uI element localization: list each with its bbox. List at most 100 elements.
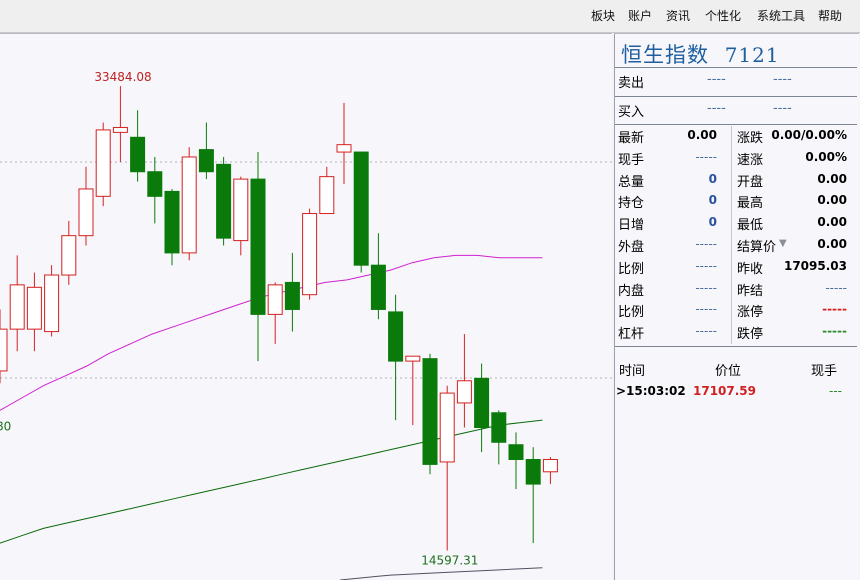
quote-row-right: 速涨 0.00%: [735, 149, 857, 171]
candle-body-up: [0, 328, 8, 372]
candle: [112, 86, 128, 162]
candles-layer: [0, 86, 558, 551]
tick-price: 17107.59: [693, 384, 757, 398]
quote-value: -----: [695, 280, 717, 295]
quote-value: 0.00: [817, 193, 847, 208]
quote-value: 17095.03: [783, 258, 847, 273]
menu-item-help[interactable]: 帮助: [818, 7, 842, 24]
quote-row-left: 最新 0.00: [615, 127, 731, 149]
quote-row-left: 比例 -----: [615, 258, 731, 280]
candle-body-down: [508, 444, 524, 460]
instrument-code: 7121: [724, 43, 780, 67]
sell-volume: ----: [773, 72, 792, 87]
quote-label: 比例: [618, 261, 645, 277]
quote-row-right: 跌停 -----: [735, 323, 857, 345]
quote-row-right: 开盘 0.00: [735, 171, 857, 193]
quote-row-left: 外盘 -----: [615, 236, 731, 258]
candle-body-up: [112, 126, 128, 133]
quote-label: 最低: [737, 218, 764, 234]
candle: [147, 156, 163, 224]
candle: [233, 176, 249, 256]
candle-body-up: [233, 178, 249, 242]
tick-row: >15:03:02 17107.59 ---: [615, 384, 857, 406]
lowest-price-label: 14597.31: [421, 554, 478, 568]
candle-body-down: [370, 264, 386, 310]
quote-label: 跌停: [737, 327, 764, 343]
quote-value: 0.00: [817, 215, 847, 230]
candle-body-up: [542, 458, 558, 473]
quote-row-left: 总量 0: [615, 171, 731, 193]
quote-label: 涨跌: [737, 131, 764, 146]
candle-body-down: [130, 136, 146, 173]
quote-label: 开盘: [737, 174, 764, 190]
candle-body-down: [353, 151, 369, 266]
menu-item-personalize[interactable]: 个性化: [705, 7, 741, 24]
quote-row-left: 内盘 -----: [615, 280, 731, 302]
tick-volume: ---: [829, 384, 842, 398]
quote-row-left: 现手 -----: [615, 149, 731, 171]
candle-body-down: [250, 178, 266, 315]
quote-value: -----: [695, 237, 717, 251]
quote-value: -----: [695, 324, 717, 339]
quote-value: -----: [822, 302, 847, 317]
candle: [525, 447, 541, 544]
menu-item-system-tools[interactable]: 系统工具: [757, 7, 805, 24]
candle-body-up: [181, 156, 197, 254]
kline-chart[interactable]: 33484.08 14597.31 80: [0, 34, 612, 580]
candle: [319, 166, 335, 215]
candle-body-up: [61, 235, 77, 276]
candle: [542, 457, 558, 485]
quote-row-right: 昨结 -----: [735, 280, 857, 302]
quote-value: -----: [695, 149, 717, 164]
quote-value: -----: [822, 324, 847, 339]
candle-body-up: [44, 274, 60, 333]
candle: [474, 363, 490, 453]
sell-label: 卖出: [618, 76, 645, 91]
quote-value: 0.00: [687, 128, 717, 142]
candle-body-up: [439, 392, 455, 463]
separator: [615, 346, 857, 347]
quote-value: 0.00: [817, 237, 847, 251]
caret-down-icon[interactable]: ▼: [779, 238, 787, 249]
separator: [615, 67, 857, 68]
candle-body-down: [388, 311, 404, 362]
separator: [615, 96, 857, 97]
quote-label: 持仓: [618, 196, 645, 212]
separator: [615, 124, 857, 125]
ma-longest-line: [339, 567, 543, 580]
quote-label: 昨结: [737, 283, 764, 299]
buy-price: ----: [707, 101, 726, 116]
buy-label: 买入: [618, 105, 645, 120]
candle: [250, 152, 266, 362]
candle: [164, 188, 180, 266]
menu-item-news[interactable]: 资讯: [666, 7, 690, 24]
candle: [456, 334, 472, 428]
candle: [439, 385, 455, 551]
candle: [216, 156, 232, 246]
sell-price: ----: [707, 72, 726, 87]
quote-label: 内盘: [618, 283, 645, 299]
candle: [267, 282, 283, 344]
tick-header-time: 时间: [619, 364, 646, 379]
quote-value: -----: [825, 280, 847, 295]
quote-label: 比例: [618, 305, 645, 321]
quote-label: 外盘: [618, 240, 645, 255]
candle: [370, 233, 386, 320]
candle: [44, 265, 60, 337]
column-divider: [731, 126, 732, 344]
candle: [26, 272, 42, 352]
left-edge-ma-label: 80: [0, 419, 11, 433]
candle: [353, 151, 369, 273]
candle-body-up: [456, 380, 472, 404]
quote-label: 昨收: [737, 261, 764, 277]
candle-body-up: [336, 144, 352, 153]
menu-item-sectors[interactable]: 板块: [591, 7, 615, 24]
quote-label: 日增: [618, 218, 645, 234]
candle-body-up: [302, 213, 318, 296]
menu-item-account[interactable]: 账户: [628, 7, 652, 24]
kline-chart-area[interactable]: 33484.08 14597.31 80: [0, 33, 612, 580]
candle-body-up: [9, 284, 25, 330]
candle-body-down: [198, 149, 214, 173]
quote-value: -----: [695, 302, 717, 317]
candle-body-up: [267, 284, 283, 315]
